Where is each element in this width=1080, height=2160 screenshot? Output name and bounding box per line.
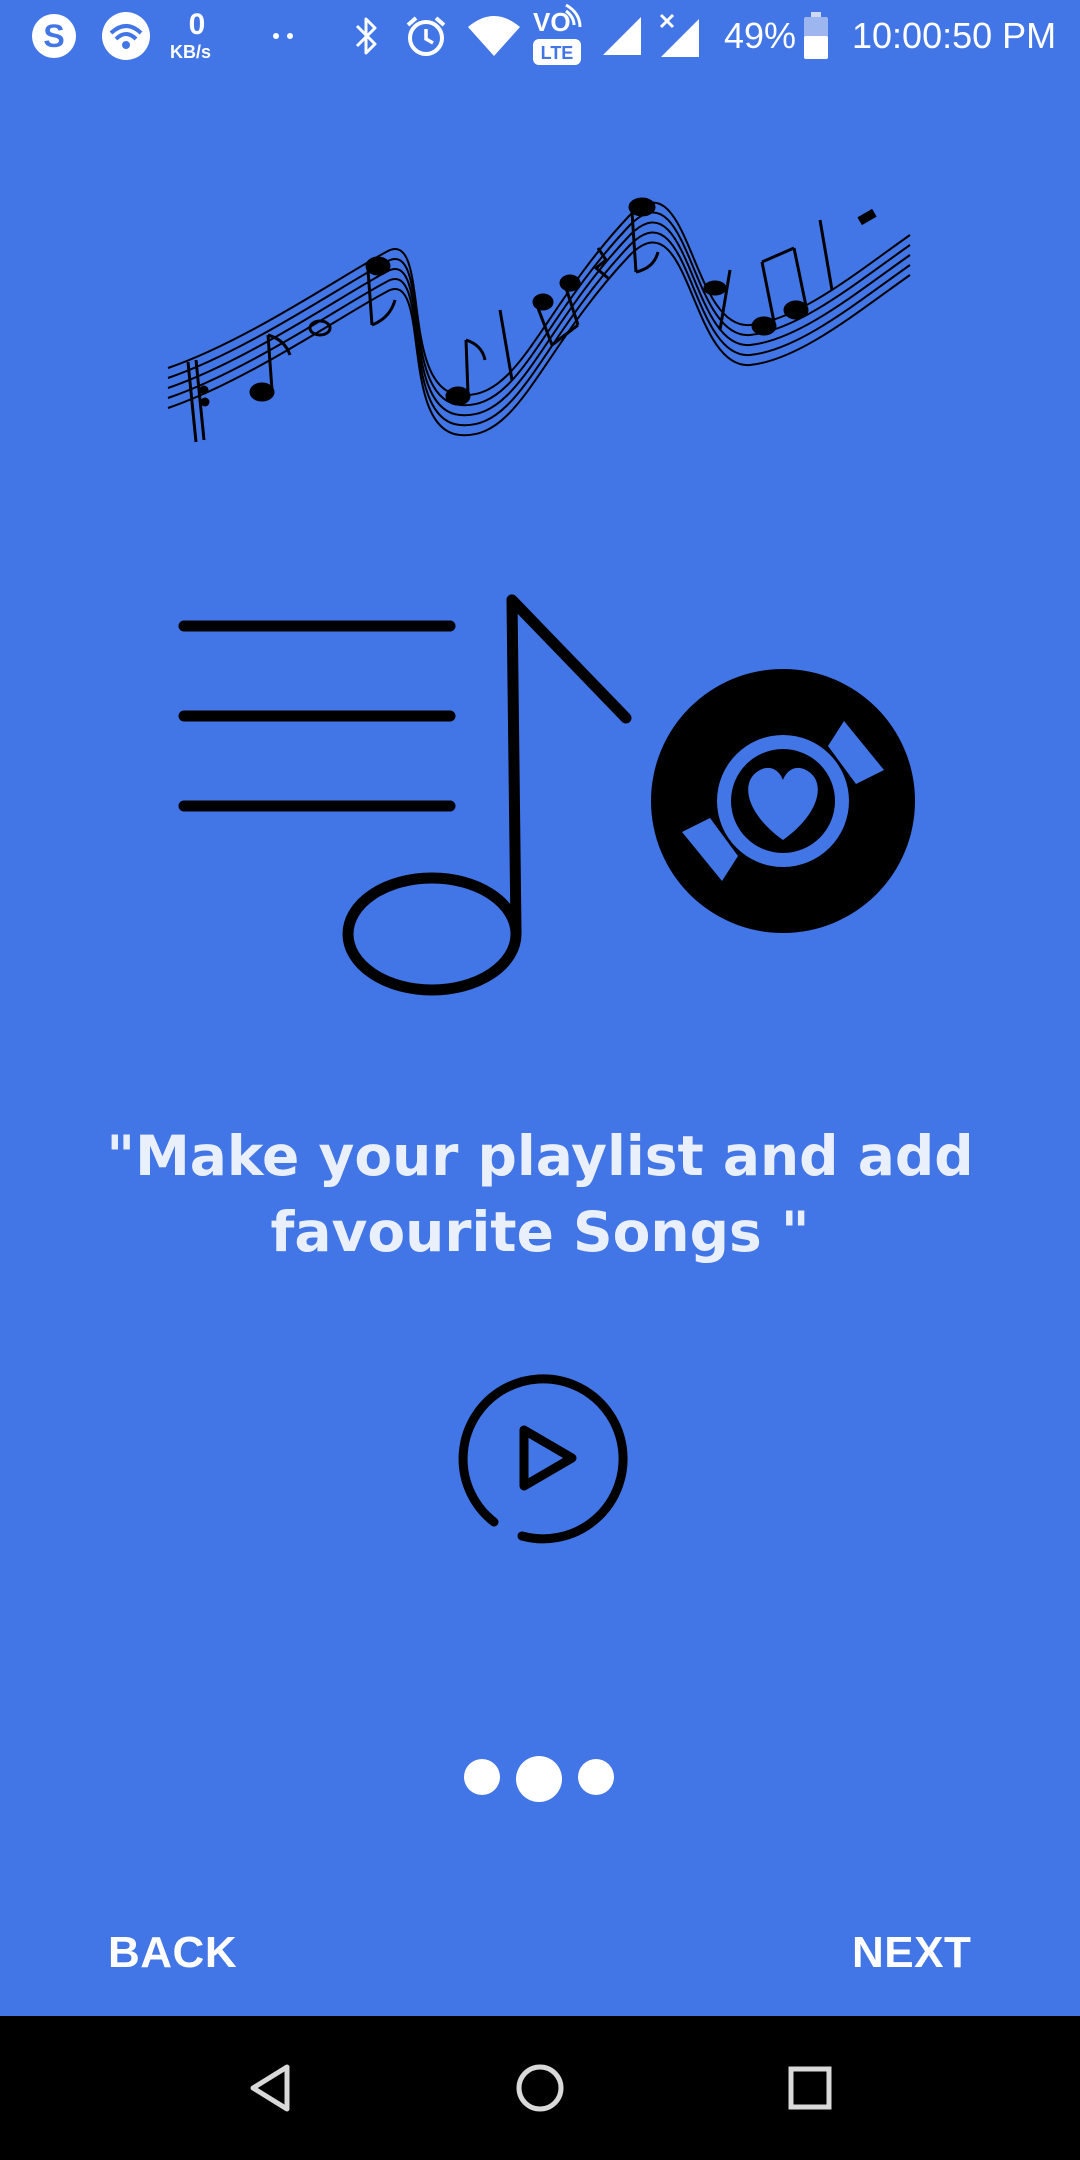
page-dot-1[interactable]	[464, 1759, 500, 1795]
page-indicator	[0, 1750, 1080, 1810]
bluetooth-icon	[350, 0, 382, 72]
wifi-icon	[466, 0, 522, 72]
playlist-icon	[170, 590, 640, 1010]
play-button[interactable]	[452, 1370, 628, 1546]
onboarding-headline: "Make your playlist and add favourite So…	[106, 1124, 974, 1264]
music-staff-icon	[160, 140, 920, 460]
system-navigation-bar	[0, 2016, 1080, 2160]
network-speed-value: 0	[188, 8, 206, 41]
svg-text:S: S	[43, 18, 64, 54]
system-back-button[interactable]	[210, 2016, 330, 2160]
clock: 10:00:50 PM	[852, 15, 1057, 56]
back-button[interactable]: BACK	[108, 1925, 237, 1981]
recents-square-icon	[788, 2066, 832, 2110]
onboarding-screen: S 0 KB/s VO LTE 49% 10:00:50 PM "Make yo…	[0, 0, 1080, 2160]
battery-percent: 49%	[724, 15, 797, 56]
alarm-icon	[402, 0, 450, 72]
volte-icon: VO LTE	[530, 0, 586, 72]
home-circle-icon	[516, 2064, 564, 2112]
status-bar: S 0 KB/s VO LTE 49% 10:00:50 PM	[0, 0, 1080, 72]
battery-icon	[800, 0, 832, 72]
volte-label: VO	[533, 7, 571, 37]
lte-label: LTE	[541, 43, 574, 63]
back-triangle-icon	[250, 2064, 290, 2112]
network-speed-unit: KB/s	[170, 42, 212, 62]
page-dot-3[interactable]	[578, 1759, 614, 1795]
next-button[interactable]: NEXT	[852, 1925, 971, 1981]
skype-icon: S	[30, 0, 78, 72]
page-dot-2-active[interactable]	[516, 1756, 562, 1802]
vinyl-heart-icon	[648, 666, 918, 936]
signal-icon	[600, 0, 644, 72]
system-recents-button[interactable]	[750, 2016, 870, 2160]
play-circle-icon	[458, 1374, 628, 1544]
signal-no-data-icon	[656, 0, 702, 72]
more-notifications-icon	[268, 0, 298, 72]
system-home-button[interactable]	[480, 2016, 600, 2160]
wifi-hotspot-icon	[100, 0, 152, 72]
